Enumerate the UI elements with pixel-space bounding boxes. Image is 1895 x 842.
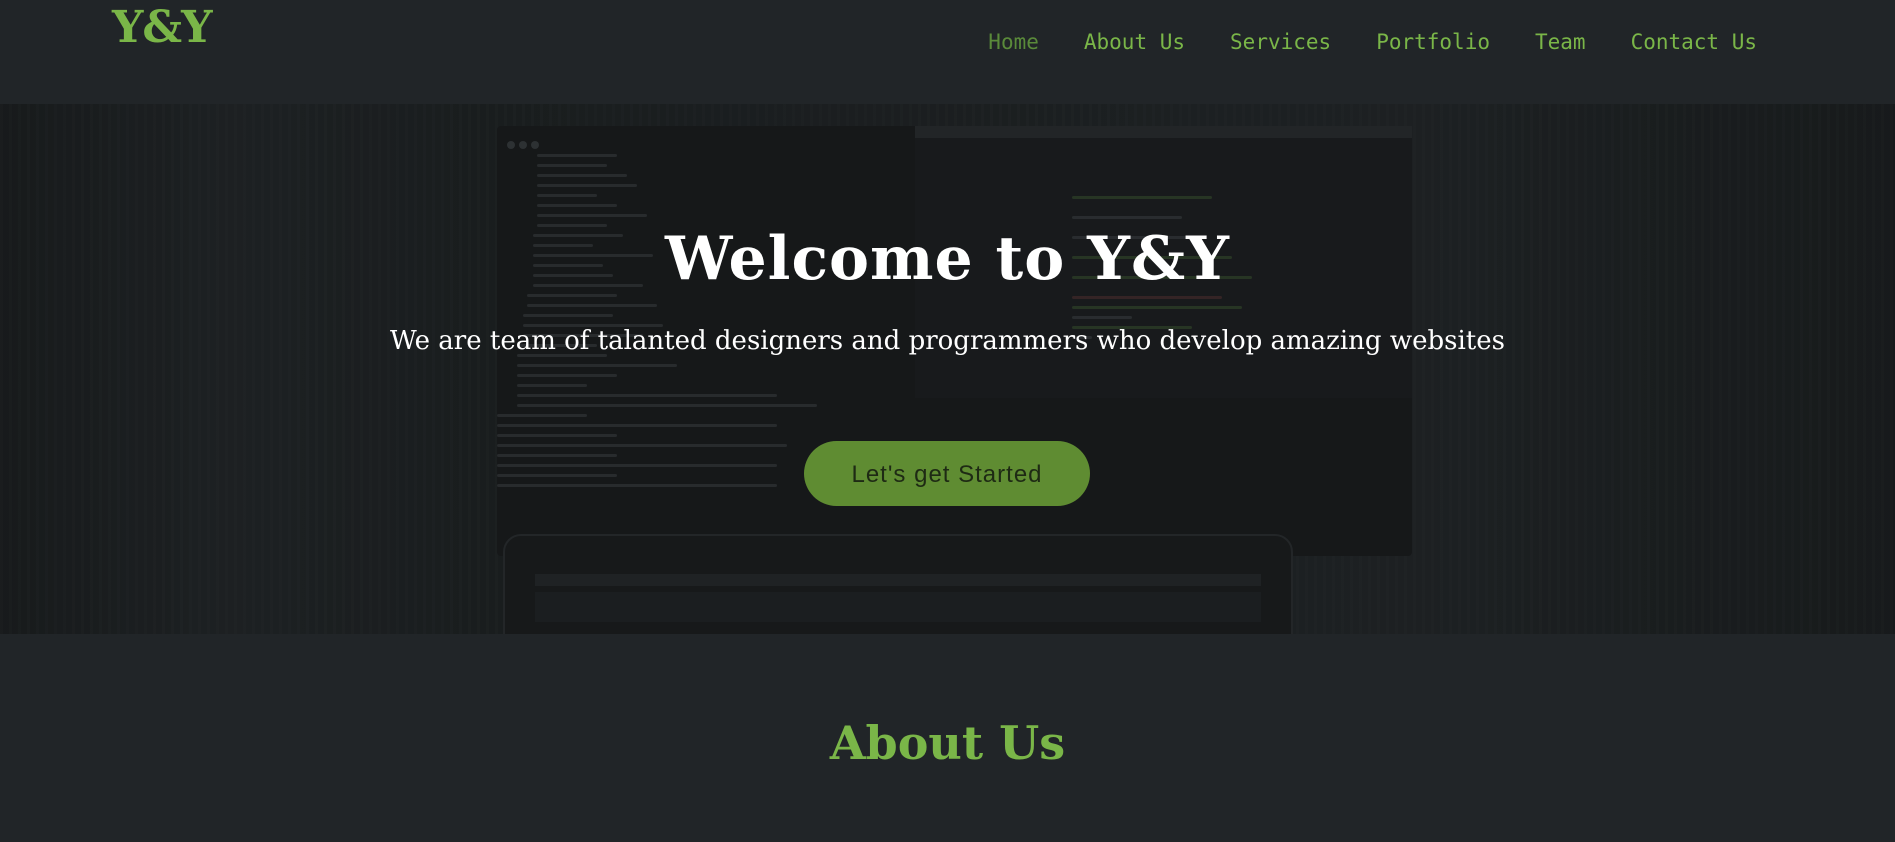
about-section-title: About Us (829, 716, 1066, 770)
nav-menu: Home About Us Services Portfolio Team Co… (943, 30, 1757, 54)
logo[interactable]: Y&Y (112, 6, 213, 50)
hero-subtitle: We are team of talanted designers and pr… (390, 326, 1505, 356)
nav-item-contact-us[interactable]: Contact Us (1631, 30, 1757, 54)
hero-title: Welcome to Y&Y (664, 224, 1230, 294)
get-started-button[interactable]: Let's get Started (804, 441, 1090, 506)
hero-section: Welcome to Y&Y We are team of talanted d… (0, 104, 1895, 634)
nav-item-home[interactable]: Home (988, 30, 1039, 54)
nav-item-team[interactable]: Team (1535, 30, 1586, 54)
nav-item-services[interactable]: Services (1230, 30, 1331, 54)
nav-item-about-us[interactable]: About Us (1084, 30, 1185, 54)
hero-overlay (0, 104, 1895, 634)
nav-item-portfolio[interactable]: Portfolio (1376, 30, 1490, 54)
navbar: Y&Y Home About Us Services Portfolio Tea… (0, 0, 1895, 104)
